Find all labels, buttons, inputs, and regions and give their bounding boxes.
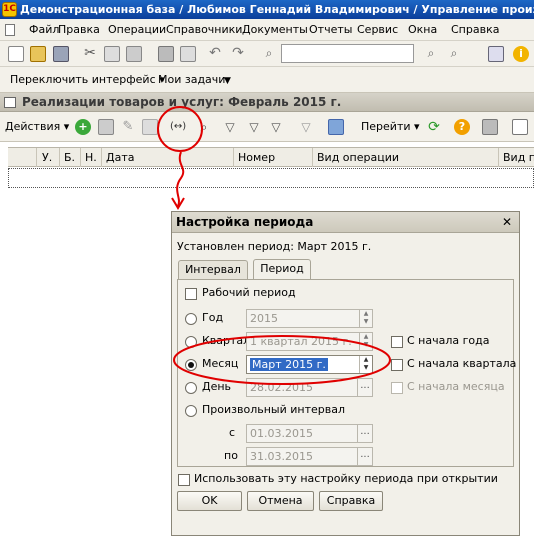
annotation-arrow: [176, 151, 185, 207]
annotation-circle: [157, 106, 203, 152]
annotation-overlay: [157, 106, 391, 385]
annotation-month-circle: [173, 335, 391, 385]
